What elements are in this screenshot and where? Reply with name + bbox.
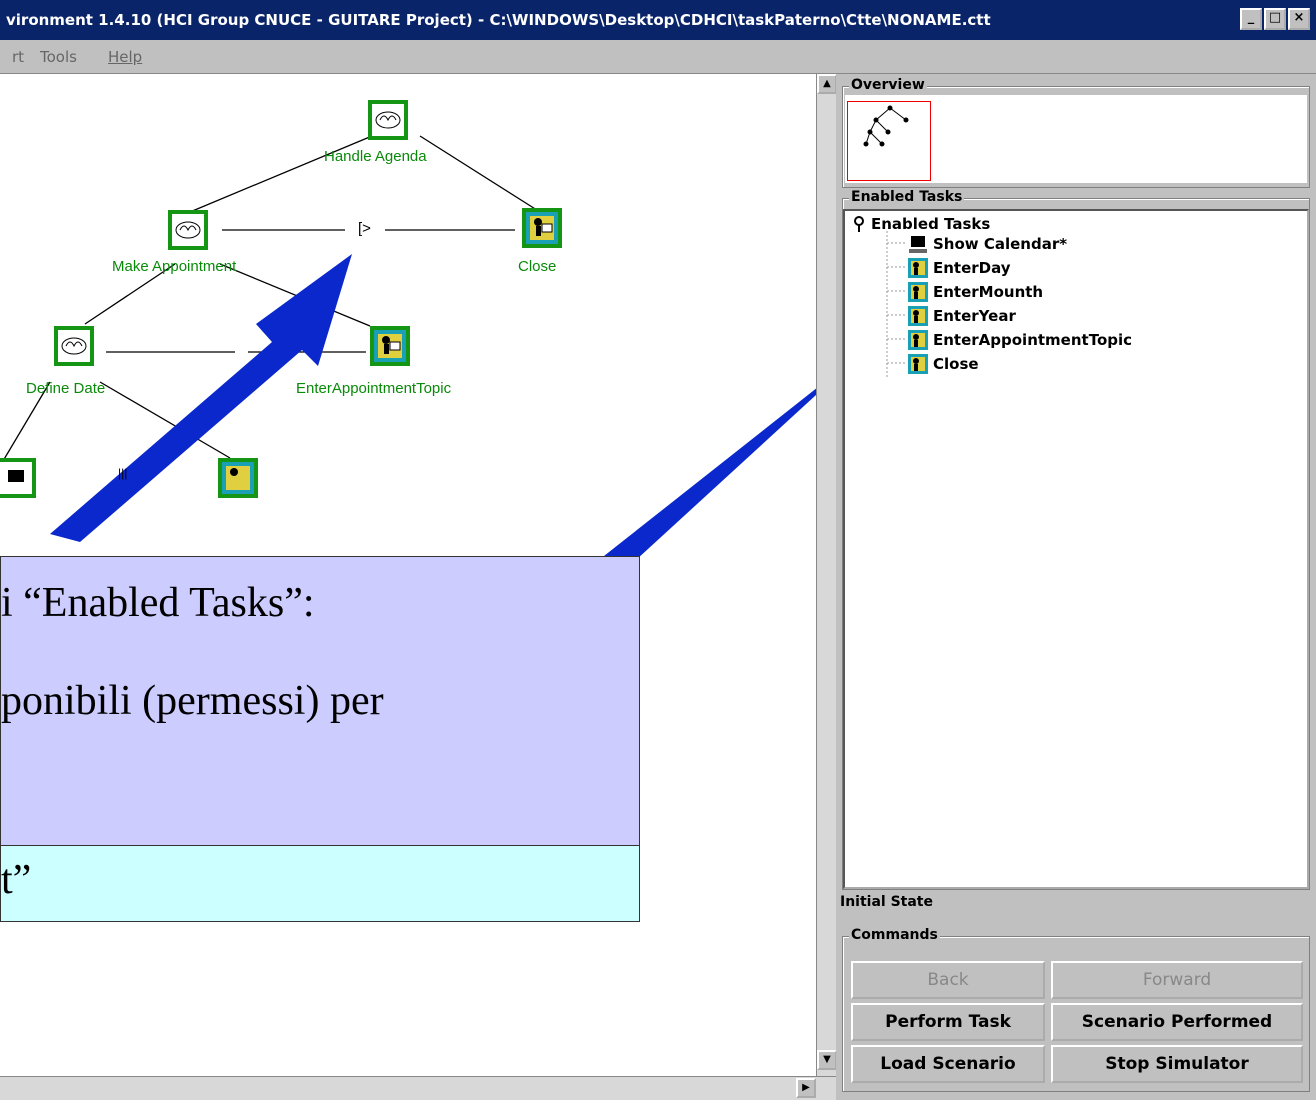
commands-group-label: Commands [849, 927, 940, 943]
enabled-task-item[interactable]: EnterAppointmentTopic [907, 329, 1132, 351]
enabled-tasks-tree[interactable]: Enabled Tasks Show Calendar* EnterDay Ente… [843, 209, 1309, 889]
enter-day-node[interactable] [218, 458, 258, 498]
callout-box: i “Enabled Tasks”: ponibili (permessi) p… [0, 556, 640, 846]
handle-agenda-label: Handle Agenda [324, 148, 427, 165]
cloud-icon [375, 111, 401, 129]
scroll-right-button[interactable]: ▶ [796, 1078, 816, 1098]
callout-line-2: ponibili (permessi) per [1, 678, 384, 724]
cloud-icon [175, 221, 201, 239]
scroll-down-button[interactable]: ▼ [817, 1050, 837, 1070]
perform-task-button[interactable]: Perform Task [851, 1003, 1045, 1041]
mini-tree-icon [863, 105, 909, 147]
key-icon [854, 216, 864, 232]
make-appointment-node[interactable] [168, 210, 208, 250]
make-appointment-label: Make Appointment [112, 258, 237, 275]
callout-box-secondary: t” [0, 845, 640, 922]
task-model-canvas[interactable]: Handle Agenda Make Appointment [> Close … [0, 74, 816, 1076]
computer-icon [8, 470, 24, 482]
cloud-icon [61, 337, 87, 355]
enabled-tasks-group-label: Enabled Tasks [849, 189, 965, 205]
simulator-state: Initial State [840, 894, 933, 910]
user-task-icon [226, 466, 250, 490]
overview-label: Overview [849, 77, 927, 93]
app-window: vironment 1.4.10 (HCI Group CNUCE - GUIT… [0, 0, 1316, 1100]
enabled-tasks-group: Enabled Tasks Enabled Tasks Show Calenda… [842, 189, 1310, 890]
enabled-task-item[interactable]: EnterYear [907, 305, 1016, 327]
load-scenario-button[interactable]: Load Scenario [851, 1045, 1045, 1083]
user-task-icon [530, 216, 554, 240]
enabled-task-item[interactable]: EnterMounth [907, 281, 1043, 303]
canvas-vertical-scrollbar[interactable]: ▲ ▼ [816, 74, 837, 1076]
window-controls: _ □ × [1240, 8, 1310, 30]
enabled-task-label: Close [933, 355, 979, 373]
overview-canvas[interactable] [845, 95, 1307, 183]
user-task-icon [907, 329, 929, 351]
close-task-node[interactable] [522, 208, 562, 248]
title-bar[interactable]: vironment 1.4.10 (HCI Group CNUCE - GUIT… [0, 0, 1316, 40]
enabled-task-label: EnterDay [933, 259, 1011, 277]
menu-partial-item[interactable]: rt [12, 40, 24, 74]
enabled-task-item[interactable]: EnterDay [907, 257, 1011, 279]
window-title: vironment 1.4.10 (HCI Group CNUCE - GUIT… [6, 11, 991, 29]
disabling-operator: [> [358, 220, 371, 237]
simulator-panel: Overview Enabled Tasks Enabled Tasks Sho… [836, 74, 1316, 1100]
canvas-horizontal-scrollbar[interactable]: ▶ [0, 1076, 836, 1100]
enter-topic-label: EnterAppointmentTopic [296, 380, 452, 397]
enabled-task-item[interactable]: Show Calendar* [907, 233, 1067, 255]
overview-viewport[interactable] [847, 101, 931, 181]
close-window-button[interactable]: × [1288, 8, 1310, 30]
define-date-label: Define Date [26, 380, 106, 397]
forward-button[interactable]: Forward [1051, 961, 1303, 999]
back-button[interactable]: Back [851, 961, 1045, 999]
overview-group: Overview [842, 77, 1310, 188]
user-task-icon [907, 281, 929, 303]
enabled-task-label: EnterYear [933, 307, 1016, 325]
enter-topic-node[interactable] [370, 326, 410, 366]
menu-bar: rt Tools Help [0, 40, 1316, 74]
enabled-task-label: Show Calendar* [933, 235, 1068, 253]
system-task-node[interactable] [0, 458, 36, 498]
user-task-icon [907, 305, 929, 327]
maximize-button[interactable]: □ [1264, 8, 1286, 30]
annotation-arrows [50, 254, 816, 604]
handle-agenda-node[interactable] [368, 100, 408, 140]
enabled-task-item[interactable]: Close [907, 353, 979, 375]
interleaving-operator: ||| [118, 466, 128, 480]
commands-group: Commands Back Forward Perform Task Scena… [842, 927, 1310, 1092]
menu-tools[interactable]: Tools [40, 40, 77, 74]
callout-line-1: i “Enabled Tasks”: [1, 580, 315, 626]
scroll-up-button[interactable]: ▲ [817, 74, 837, 94]
define-date-node[interactable] [54, 326, 94, 366]
user-task-icon [907, 353, 929, 375]
minimize-button[interactable]: _ [1240, 8, 1262, 30]
stop-simulator-button[interactable]: Stop Simulator [1051, 1045, 1303, 1083]
enabled-task-label: EnterAppointmentTopic [933, 331, 1133, 349]
callout-line-3: t” [1, 857, 32, 903]
user-task-icon [907, 257, 929, 279]
menu-help[interactable]: Help [108, 40, 142, 74]
user-task-icon [378, 334, 402, 358]
scenario-performed-button[interactable]: Scenario Performed [1051, 1003, 1303, 1041]
enabled-task-label: EnterMounth [933, 283, 1044, 301]
enabled-tasks-root-label: Enabled Tasks [871, 215, 991, 233]
computer-icon [907, 233, 929, 255]
enabled-tasks-root[interactable]: Enabled Tasks [851, 213, 990, 235]
close-task-label: Close [518, 258, 557, 275]
